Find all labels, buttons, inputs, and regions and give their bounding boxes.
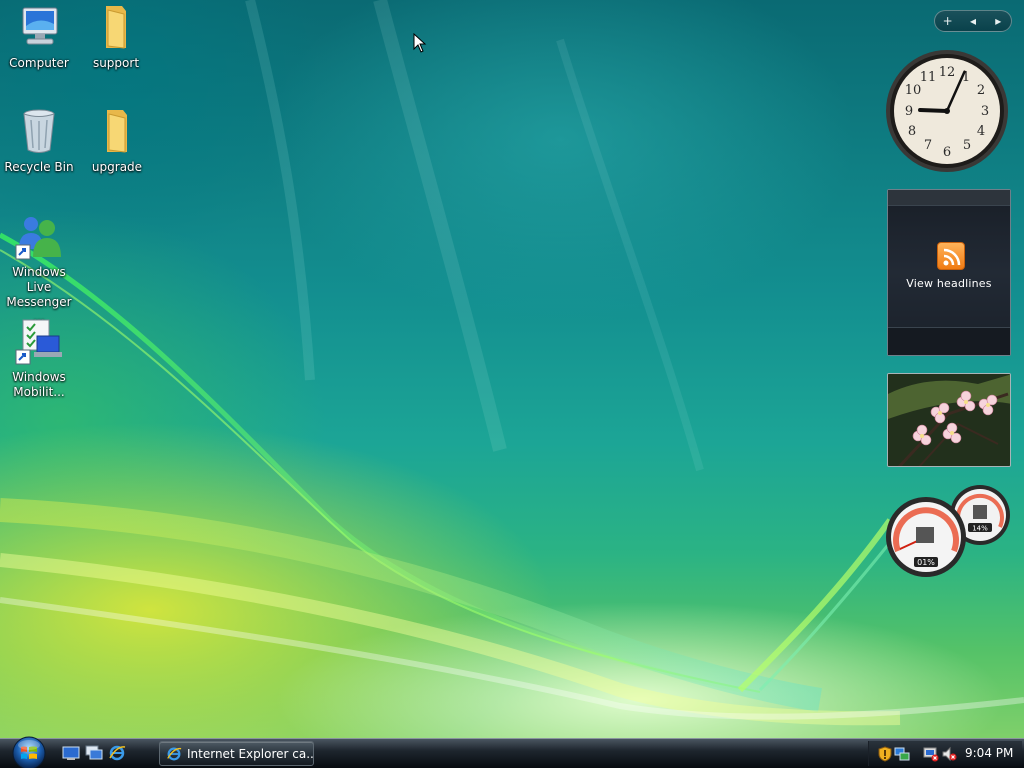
desktop-icon-recycle-bin[interactable]: Recycle Bin [1, 108, 77, 175]
svg-text:5: 5 [963, 138, 971, 153]
desktop-icon-windows-mobility-center[interactable]: Windows Mobilit... [1, 318, 77, 400]
svg-text:3: 3 [981, 104, 989, 119]
svg-text:2: 2 [977, 83, 985, 98]
feed-headlines-gadget[interactable]: View headlines [887, 189, 1011, 356]
desktop-icon-label: Windows Live Messenger ... [6, 265, 72, 324]
taskbar-button-label: Internet Explorer ca... [187, 746, 313, 761]
show-desktop-icon[interactable] [62, 744, 80, 762]
desktop-icon-windows-live-messenger[interactable]: Windows Live Messenger ... [1, 213, 77, 325]
svg-text:12: 12 [939, 65, 956, 80]
previous-gadgets-button[interactable]: ◂ [963, 14, 983, 28]
slideshow-image [888, 374, 1010, 466]
clock-hour-hand [918, 108, 949, 114]
memory-usage-readout: 14% [972, 525, 988, 533]
desktop-icon-upgrade[interactable]: upgrade [79, 108, 155, 175]
svg-text:6: 6 [943, 145, 951, 160]
clock-time[interactable]: 9:04 PM [965, 746, 1013, 760]
desktop-icon-computer[interactable]: Computer [1, 4, 77, 71]
folder-icon [93, 108, 141, 156]
start-button[interactable] [8, 736, 50, 768]
desktop-icon-label: Computer [9, 56, 69, 70]
rss-icon [937, 242, 965, 270]
folder-icon [92, 4, 140, 52]
internet-explorer-icon[interactable] [108, 744, 126, 762]
sidebar-gadget-controls: + ◂ ▸ [934, 10, 1012, 32]
add-gadget-button[interactable]: + [938, 14, 958, 28]
cpu-usage-readout: 01% [917, 558, 935, 567]
switch-windows-icon[interactable] [85, 744, 103, 762]
desktop-icon-label: Windows Mobilit... [12, 370, 66, 399]
view-headlines-link[interactable]: View headlines [888, 277, 1010, 290]
slideshow-gadget[interactable] [887, 373, 1011, 467]
clock-gadget[interactable]: 12 1 2 3 4 5 6 7 8 9 10 11 [884, 48, 1010, 174]
feed-gadget-footer [888, 327, 1010, 355]
memory-chip-icon [973, 505, 987, 519]
security-shield-icon[interactable] [877, 746, 893, 762]
svg-text:4: 4 [977, 124, 985, 139]
desktop-icon-label: support [92, 56, 140, 70]
network-icon[interactable] [894, 746, 910, 762]
mouse-cursor-icon [413, 33, 427, 53]
desktop-icon-label: upgrade [91, 160, 143, 174]
mobility-center-icon [15, 318, 63, 366]
messenger-icon [15, 213, 63, 261]
svg-text:8: 8 [908, 124, 916, 139]
desktop-icon-label: Recycle Bin [4, 160, 74, 174]
internet-explorer-icon [167, 747, 182, 760]
recycle-bin-icon [15, 108, 63, 156]
notification-area: 9:04 PM [868, 741, 1022, 766]
svg-text:10: 10 [905, 83, 922, 98]
svg-text:9: 9 [905, 104, 913, 119]
computer-icon [15, 4, 63, 52]
next-gadgets-button[interactable]: ▸ [988, 14, 1008, 28]
taskbar-button-internet-explorer[interactable]: Internet Explorer ca... [159, 741, 314, 766]
feed-gadget-header [888, 190, 1010, 206]
cpu-chip-icon [916, 527, 934, 543]
display-icon[interactable] [923, 746, 939, 762]
cpu-meter-gadget[interactable]: 14% 01% [884, 483, 1012, 579]
svg-text:11: 11 [920, 70, 937, 85]
volume-muted-icon[interactable] [941, 746, 957, 762]
desktop-icon-support[interactable]: support [78, 4, 154, 71]
svg-text:7: 7 [924, 138, 932, 153]
